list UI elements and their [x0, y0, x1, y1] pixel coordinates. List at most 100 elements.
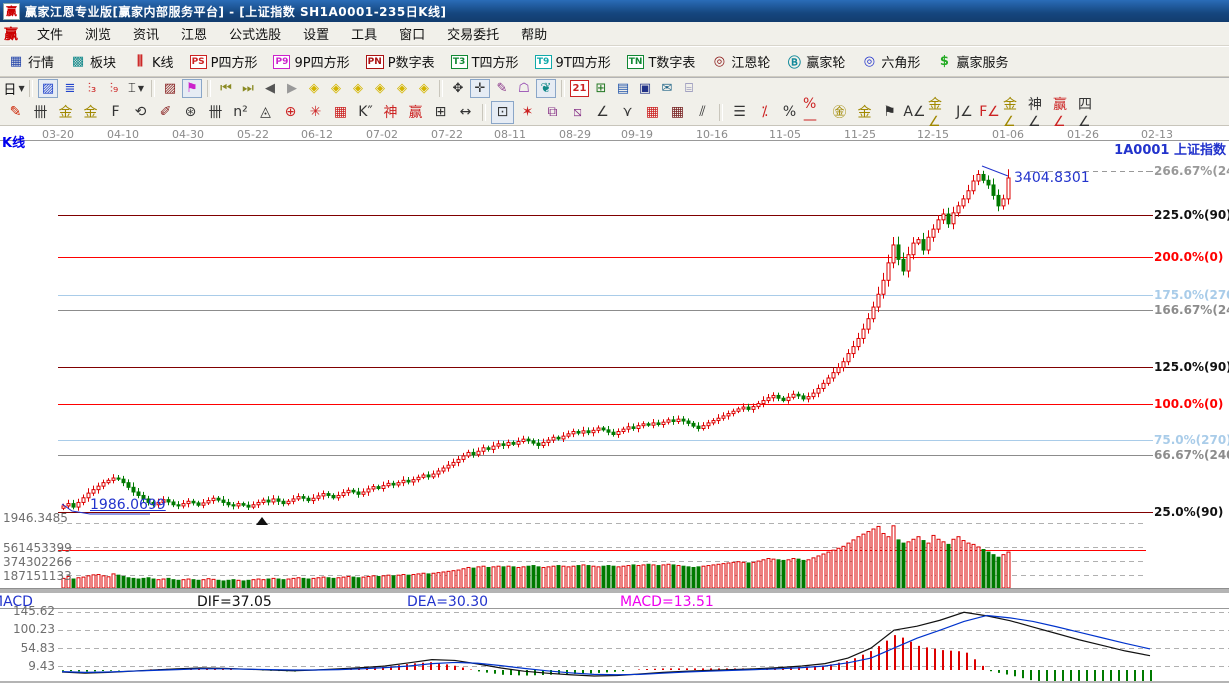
calendar-icon[interactable]: 21 [570, 80, 589, 97]
calculator-icon[interactable]: ⊞ [591, 79, 611, 98]
next-button[interactable]: ▶ [282, 79, 302, 98]
p-square-button[interactable]: PSP四方形 [182, 50, 266, 74]
gold-angle-icon[interactable]: 金∠ [928, 101, 951, 124]
chart-canvas[interactable] [0, 126, 1229, 683]
rays-icon[interactable]: ✶ [516, 101, 539, 124]
four-angle-icon[interactable]: 四∠ [1078, 101, 1101, 124]
grid-red2-icon[interactable]: ▦ [666, 101, 689, 124]
pen-flag-icon[interactable]: ⚑ [878, 101, 901, 124]
a-angle-icon[interactable]: A∠ [903, 101, 926, 124]
menu-item-9[interactable]: 交易委托 [436, 28, 510, 43]
winner-wheel-button[interactable]: Ⓑ赢家轮 [778, 50, 853, 74]
crosshair-icon[interactable]: ✛ [470, 79, 490, 98]
percent-icon[interactable]: % [778, 101, 801, 124]
win-angle-icon[interactable]: 赢∠ [1053, 101, 1076, 124]
circle-cross-icon[interactable]: ⊕ [279, 101, 302, 124]
v-lines-icon[interactable]: ⋎ [616, 101, 639, 124]
first-page-button[interactable]: ⏮ [216, 79, 236, 98]
draw-line-icon[interactable]: ✎ [492, 79, 512, 98]
diamond-x-icon[interactable]: ◈ [370, 79, 390, 98]
bars-3-icon[interactable]: ⫶₃ [82, 79, 102, 98]
gold-circle-icon[interactable]: ㊎ [828, 101, 851, 124]
kline-button[interactable]: ⫼K线 [124, 50, 182, 74]
gold-angle2-icon[interactable]: 金∠ [1003, 101, 1026, 124]
t-table-icon: TN [627, 55, 645, 69]
diamond-plus-icon[interactable]: ◈ [414, 79, 434, 98]
candle-style-button[interactable]: ⌶▼ [126, 79, 146, 98]
menu-item-4[interactable]: 江恩 [170, 28, 218, 43]
t-table-button[interactable]: TNT数字表 [619, 50, 704, 74]
pc-icon[interactable]: ⌸ [679, 79, 699, 98]
web-grid-icon[interactable]: ▦ [329, 101, 352, 124]
save-icon[interactable]: ▣ [635, 79, 655, 98]
sectors-button[interactable]: ▩板块 [62, 50, 124, 74]
win-comb-icon[interactable]: 赢 [404, 101, 427, 124]
gann-tool-icon[interactable]: ☖ [514, 79, 534, 98]
export-icon[interactable]: ✉ [657, 79, 677, 98]
gold-line-icon[interactable]: 金 [853, 101, 876, 124]
comb-icon[interactable]: 卌 [29, 101, 52, 124]
menu-item-5[interactable]: 公式选股 [218, 28, 292, 43]
prev-button[interactable]: ◀ [260, 79, 280, 98]
pen-chart-icon[interactable]: ✐ [154, 101, 177, 124]
notes-icon[interactable]: ▤ [613, 79, 633, 98]
volume-axis-label-3: 187151133 [3, 569, 72, 583]
shen-angle-icon[interactable]: 神∠ [1028, 101, 1051, 124]
menu-item-10[interactable]: 帮助 [510, 28, 558, 43]
winner-service-button[interactable]: $赢家服务 [928, 50, 1016, 74]
info-list-icon[interactable]: ≣ [60, 79, 80, 98]
n2-icon[interactable]: n² [229, 101, 252, 124]
spiral-icon[interactable]: ⟲ [129, 101, 152, 124]
menu-item-7[interactable]: 工具 [340, 28, 388, 43]
brain-icon[interactable]: ❦ [536, 79, 556, 98]
grid-red-icon[interactable]: ▦ [641, 101, 664, 124]
diamond-right-icon[interactable]: ◈ [326, 79, 346, 98]
shen-comb-icon[interactable]: 神 [379, 101, 402, 124]
menu-item-6[interactable]: 设置 [292, 28, 340, 43]
k2-icon[interactable]: K″ [354, 101, 377, 124]
rays-box-icon[interactable]: ⧉ [541, 101, 564, 124]
period-daily-button[interactable]: 日▼ [4, 79, 24, 98]
9t-square-button[interactable]: T99T四方形 [527, 50, 619, 74]
menu-item-2[interactable]: 浏览 [74, 28, 122, 43]
p-table-button[interactable]: PNP数字表 [358, 50, 443, 74]
menu-item-1[interactable]: 文件 [26, 28, 74, 43]
grid-123-icon[interactable]: ⊞ [429, 101, 452, 124]
kline-period-label: K线 [2, 132, 25, 151]
f-angle-red-icon[interactable]: F∠ [978, 101, 1001, 124]
hand-icon[interactable]: ✥ [448, 79, 468, 98]
rays-fan-icon[interactable]: ⧅ [566, 101, 589, 124]
diamond-star-icon[interactable]: ◈ [392, 79, 412, 98]
web-icon[interactable]: ✳ [304, 101, 327, 124]
menu-item-3[interactable]: 资讯 [122, 28, 170, 43]
slash-lines-icon[interactable]: ⫽ [691, 101, 714, 124]
pattern-view-icon[interactable]: ▨ [38, 79, 58, 98]
diamond-h-icon[interactable]: ◈ [348, 79, 368, 98]
pattern-red-icon[interactable]: ▨ [160, 79, 180, 98]
draw-flag-icon[interactable]: ⚑ [182, 79, 202, 98]
t-square-button[interactable]: T3T四方形 [443, 50, 527, 74]
arrows-h-icon[interactable]: ↔ [454, 101, 477, 124]
menu-item-8[interactable]: 窗口 [388, 28, 436, 43]
angle-lines-icon[interactable]: ∠ [591, 101, 614, 124]
percent-line-icon[interactable]: %— [803, 101, 826, 124]
percent-strike-icon[interactable]: ⁒ [753, 101, 776, 124]
j-angle-icon[interactable]: J∠ [953, 101, 976, 124]
pen-tool-icon[interactable]: ✎ [4, 101, 27, 124]
hexagon-button[interactable]: ◎六角形 [853, 50, 928, 74]
comb2-icon[interactable]: 卌 [204, 101, 227, 124]
square-handle-icon[interactable]: ⊡ [491, 101, 514, 124]
bars-9-icon[interactable]: ⫶₉ [104, 79, 124, 98]
date-tick-label: 05-22 [237, 128, 269, 141]
gold-comb-icon[interactable]: 金 [54, 101, 77, 124]
gann-wheel-button[interactable]: ◎江恩轮 [703, 50, 778, 74]
quotes-button[interactable]: ▦行情 [0, 50, 62, 74]
last-page-button[interactable]: ⏭ [238, 79, 258, 98]
f-comb-icon[interactable]: F [104, 101, 127, 124]
diamond-left-icon[interactable]: ◈ [304, 79, 324, 98]
angle-flag-icon[interactable]: ◬ [254, 101, 277, 124]
gold-comb2-icon[interactable]: 金 [79, 101, 102, 124]
ruler-scale-icon[interactable]: ☰ [728, 101, 751, 124]
target-circle-icon[interactable]: ⊛ [179, 101, 202, 124]
9p-square-button[interactable]: P99P四方形 [265, 50, 357, 74]
